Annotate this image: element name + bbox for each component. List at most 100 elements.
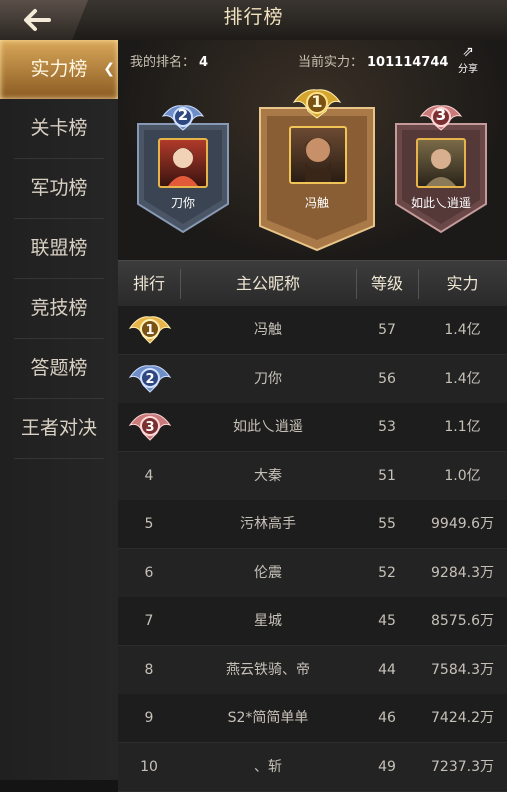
my-rank-label: 我的排名： bbox=[130, 55, 196, 70]
share-button[interactable]: ⇗ 分享 bbox=[454, 44, 482, 75]
chevron-left-icon: ❮ bbox=[103, 61, 115, 77]
row-level: 55 bbox=[378, 516, 396, 532]
rank-medal-icon: 1 bbox=[128, 316, 172, 344]
page-title: 排行榜 bbox=[223, 6, 284, 28]
share-icon: ⇗ bbox=[462, 44, 474, 60]
sidebar-item[interactable]: 答题榜 bbox=[14, 339, 104, 399]
main-panel: 我的排名： 4 当前实力： 101114744 ⇗ 分享 2 刀你 1 冯触 3… bbox=[118, 40, 507, 792]
podium-third-name: 如此乀逍遥 bbox=[410, 196, 471, 210]
row-power: 1.1亿 bbox=[444, 419, 481, 435]
rank-medal-number: 3 bbox=[145, 420, 154, 435]
row-level: 56 bbox=[378, 370, 396, 387]
row-power: 1.4亿 bbox=[444, 322, 481, 338]
row-rank: 5 bbox=[144, 516, 154, 532]
sidebar-item[interactable]: 竞技榜 bbox=[14, 279, 104, 339]
top-bar: 排行榜 bbox=[0, 0, 507, 41]
row-level: 52 bbox=[378, 564, 396, 581]
table-row[interactable]: 4 大秦 51 1.0亿 bbox=[118, 451, 507, 501]
table-header: 排行 主公昵称 等级 实力 bbox=[118, 260, 507, 307]
sidebar-item-label: 王者对决 bbox=[20, 417, 97, 439]
col-rank-header: 排行 bbox=[132, 274, 165, 293]
table-row[interactable]: 10 、斩 49 7237.3万 bbox=[118, 742, 507, 792]
row-rank: 6 bbox=[144, 564, 154, 581]
podium-second[interactable]: 2 刀你 bbox=[134, 102, 232, 234]
podium-third[interactable]: 3 如此乀逍遥 bbox=[392, 102, 490, 234]
row-rank: 10 bbox=[140, 758, 158, 775]
rank-medal-number: 2 bbox=[145, 372, 154, 387]
row-level: 49 bbox=[378, 758, 396, 775]
sidebar-item-label: 答题榜 bbox=[30, 357, 88, 379]
row-name: 刀你 bbox=[254, 370, 282, 387]
row-name: 星城 bbox=[254, 613, 282, 629]
row-level: 44 bbox=[378, 661, 396, 678]
sidebar-item-label: 军功榜 bbox=[30, 177, 88, 199]
row-level: 45 bbox=[378, 613, 396, 629]
row-power: 7584.3万 bbox=[431, 661, 494, 678]
sidebar: 实力榜 ❮ 关卡榜军功榜联盟榜竞技榜答题榜王者对决 bbox=[0, 40, 118, 780]
row-power: 1.4亿 bbox=[444, 370, 481, 387]
row-power: 1.0亿 bbox=[444, 467, 481, 484]
table-row[interactable]: 5 污林高手 55 9949.6万 bbox=[118, 500, 507, 549]
sidebar-item[interactable]: 王者对决 bbox=[14, 399, 104, 459]
rank-medal-icon: 3 bbox=[128, 413, 172, 441]
sidebar-item[interactable]: 联盟榜 bbox=[14, 219, 104, 279]
podium-second-name: 刀你 bbox=[170, 196, 195, 210]
row-power: 7424.2万 bbox=[431, 710, 494, 726]
row-name: S2*简简单单 bbox=[227, 710, 309, 726]
sidebar-item[interactable]: 军功榜 bbox=[14, 159, 104, 219]
row-level: 53 bbox=[378, 419, 396, 435]
col-name-header: 主公昵称 bbox=[235, 274, 300, 293]
sidebar-item-label: 联盟榜 bbox=[30, 237, 88, 259]
rank-1-number: 1 bbox=[311, 92, 323, 111]
row-power: 7237.3万 bbox=[431, 758, 494, 775]
my-rank-value: 4 bbox=[199, 55, 209, 70]
avatar bbox=[158, 138, 208, 188]
table-row[interactable]: 2 刀你 56 1.4亿 bbox=[118, 354, 507, 404]
avatar bbox=[289, 126, 347, 184]
row-name: 冯触 bbox=[254, 322, 282, 338]
podium-area: 我的排名： 4 当前实力： 101114744 ⇗ 分享 2 刀你 1 冯触 3… bbox=[118, 40, 507, 260]
table-row[interactable]: 1 冯触 57 1.4亿 bbox=[118, 306, 507, 355]
podium-first-name: 冯触 bbox=[304, 196, 329, 210]
row-power: 9284.3万 bbox=[431, 564, 494, 581]
row-name: 污林高手 bbox=[240, 516, 296, 532]
current-power-value: 101114744 bbox=[367, 55, 449, 70]
table-row[interactable]: 3 如此乀逍遥 53 1.1亿 bbox=[118, 403, 507, 452]
rank-2-number: 2 bbox=[177, 106, 189, 124]
rank-medal-icon: 2 bbox=[128, 364, 172, 393]
row-name: 、斩 bbox=[254, 758, 282, 775]
row-name: 如此乀逍遥 bbox=[233, 419, 303, 435]
share-label: 分享 bbox=[458, 64, 478, 75]
row-power: 9949.6万 bbox=[431, 516, 494, 532]
col-power-header: 实力 bbox=[446, 274, 479, 293]
row-name: 燕云铁骑、帝 bbox=[226, 661, 310, 678]
rank-3-number: 3 bbox=[435, 106, 447, 124]
current-power: 当前实力： 101114744 bbox=[298, 51, 448, 70]
table-row[interactable]: 8 燕云铁骑、帝 44 7584.3万 bbox=[118, 645, 507, 695]
row-rank: 4 bbox=[144, 467, 154, 484]
sidebar-item-label: 关卡榜 bbox=[30, 117, 88, 139]
table-row[interactable]: 7 星城 45 8575.6万 bbox=[118, 597, 507, 646]
row-level: 46 bbox=[378, 710, 396, 726]
table-row[interactable]: 9 S2*简简单单 46 7424.2万 bbox=[118, 694, 507, 743]
col-level-header: 等级 bbox=[370, 274, 403, 293]
podium-first[interactable]: 1 冯触 bbox=[257, 86, 377, 252]
sidebar-item[interactable]: 实力榜 ❮ bbox=[0, 40, 118, 99]
row-level: 51 bbox=[378, 467, 396, 484]
row-rank: 7 bbox=[144, 613, 154, 629]
portrait-icon bbox=[303, 138, 333, 182]
portrait-icon bbox=[168, 148, 198, 186]
table-row[interactable]: 6 伦震 52 9284.3万 bbox=[118, 548, 507, 598]
sidebar-item[interactable]: 关卡榜 bbox=[14, 99, 104, 159]
row-name: 伦震 bbox=[254, 564, 282, 581]
avatar bbox=[416, 138, 466, 188]
row-rank: 8 bbox=[144, 661, 154, 678]
rank-medal-number: 1 bbox=[145, 323, 154, 338]
my-rank: 我的排名： 4 bbox=[130, 51, 208, 70]
row-power: 8575.6万 bbox=[431, 613, 494, 629]
row-name: 大秦 bbox=[254, 467, 282, 484]
row-level: 57 bbox=[378, 322, 396, 338]
row-rank: 9 bbox=[144, 710, 154, 726]
sidebar-item-label: 实力榜 bbox=[30, 58, 88, 80]
sidebar-item-label: 竞技榜 bbox=[30, 297, 88, 319]
